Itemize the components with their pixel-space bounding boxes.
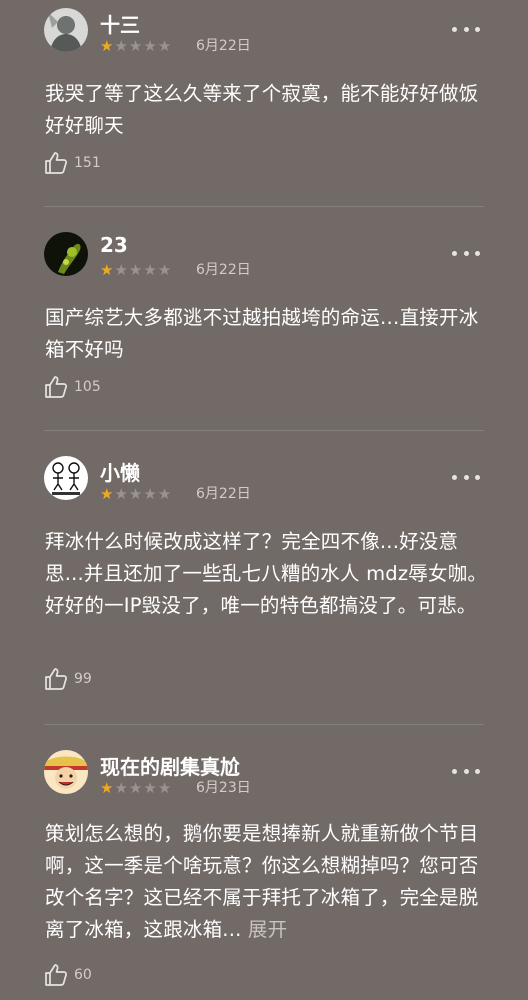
like-button[interactable]: 60 <box>44 962 92 988</box>
star-icon: ★ <box>143 37 157 55</box>
star-icon: ★ <box>143 779 157 797</box>
star-icon: ★ <box>157 261 172 279</box>
star-icon: ★ <box>128 37 143 55</box>
review-content: 拜冰什么时候改成这样了？完全四不像...好没意思...并且还加了一些乱七八糟的水… <box>45 526 490 622</box>
more-options-icon[interactable] <box>452 470 480 484</box>
avatar[interactable] <box>44 232 88 276</box>
review-content: 国产综艺大多都逃不过越拍越垮的命运…直接开冰箱不好吗 <box>45 302 490 366</box>
star-icon: ★ <box>100 261 114 279</box>
star-icon: ★ <box>114 779 128 797</box>
thumbs-up-icon <box>45 376 67 398</box>
review-date: 6月23日 <box>196 780 251 796</box>
thumbs-up-icon <box>45 668 67 690</box>
thumbs-up-icon <box>45 152 67 174</box>
star-icon: ★ <box>114 261 128 279</box>
star-icon: ★ <box>157 37 172 55</box>
more-options-icon[interactable] <box>452 246 480 260</box>
like-button[interactable]: 99 <box>44 666 92 692</box>
review-feed: 十三 ★ ★ ★ ★ ★ 6月22日 我哭了等了这么久等来了个寂寞，能不能好好做… <box>0 0 528 1000</box>
star-rating: ★ ★ ★ ★ ★ <box>100 780 171 796</box>
username[interactable]: 23 <box>100 233 128 257</box>
star-icon: ★ <box>100 485 114 503</box>
more-options-icon[interactable] <box>452 764 480 778</box>
like-count: 99 <box>74 671 92 687</box>
review-date: 6月22日 <box>196 262 251 278</box>
divider <box>44 430 484 431</box>
star-icon: ★ <box>114 485 128 503</box>
star-icon: ★ <box>143 261 157 279</box>
grey-figure-avatar-icon <box>44 8 88 52</box>
thumbs-up-icon <box>45 964 67 986</box>
avatar[interactable] <box>44 750 88 794</box>
review-date: 6月22日 <box>196 38 251 54</box>
dark-green-avatar-icon <box>44 232 88 276</box>
cartoon-pirate-avatar-icon <box>44 750 88 794</box>
like-count: 60 <box>74 967 92 983</box>
username[interactable]: 小懒 <box>100 457 140 486</box>
avatar[interactable] <box>44 8 88 52</box>
star-icon: ★ <box>100 779 114 797</box>
review-text: 我哭了等了这么久等来了个寂寞，能不能好好做饭好好聊天 <box>45 82 479 137</box>
star-rating: ★ ★ ★ ★ ★ <box>100 38 171 54</box>
username[interactable]: 现在的剧集真尬 <box>100 751 240 780</box>
divider <box>44 206 484 207</box>
like-button[interactable]: 151 <box>44 150 101 176</box>
username[interactable]: 十三 <box>100 9 140 38</box>
avatar[interactable] <box>44 456 88 500</box>
review-date: 6月22日 <box>196 486 251 502</box>
star-rating: ★ ★ ★ ★ ★ <box>100 262 171 278</box>
star-icon: ★ <box>100 37 114 55</box>
star-icon: ★ <box>157 779 172 797</box>
review-content: 策划怎么想的，鹅你要是想捧新人就重新做个节目啊，这一季是个啥玩意？你这么想糊掉吗… <box>45 818 490 946</box>
star-icon: ★ <box>157 485 172 503</box>
like-button[interactable]: 105 <box>44 374 101 400</box>
review-text: 拜冰什么时候改成这样了？完全四不像...好没意思...并且还加了一些乱七八糟的水… <box>45 530 488 617</box>
more-options-icon[interactable] <box>452 22 480 36</box>
star-icon: ★ <box>128 261 143 279</box>
review-text: 国产综艺大多都逃不过越拍越垮的命运…直接开冰箱不好吗 <box>45 306 479 361</box>
divider <box>44 724 484 725</box>
expand-link[interactable]: 展开 <box>248 918 287 941</box>
star-icon: ★ <box>128 779 143 797</box>
star-icon: ★ <box>114 37 128 55</box>
sketch-figures-avatar-icon <box>44 456 88 500</box>
review-content: 我哭了等了这么久等来了个寂寞，能不能好好做饭好好聊天 <box>45 78 490 142</box>
like-count: 151 <box>74 155 101 171</box>
star-icon: ★ <box>143 485 157 503</box>
star-icon: ★ <box>128 485 143 503</box>
star-rating: ★ ★ ★ ★ ★ <box>100 486 171 502</box>
like-count: 105 <box>74 379 101 395</box>
